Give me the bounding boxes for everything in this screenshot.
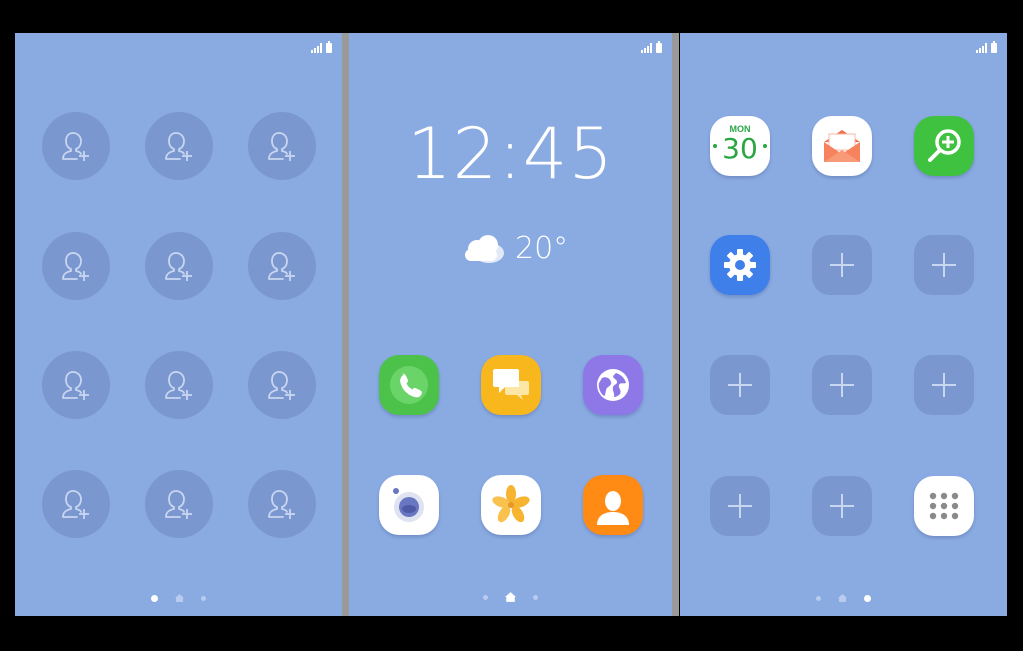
apps-screen: MON 30: [680, 33, 1007, 616]
magnifier-app[interactable]: [914, 116, 974, 176]
add-person-icon: [268, 252, 295, 281]
add-person-icon: [62, 371, 89, 400]
status-bar: [976, 41, 997, 53]
add-person-icon: [165, 490, 192, 519]
add-app-slot[interactable]: [914, 235, 974, 295]
flower-icon: [492, 485, 530, 523]
battery-icon: [326, 41, 332, 53]
home-indicator-icon[interactable]: [505, 592, 516, 602]
app-grid-icon: [929, 492, 959, 520]
add-contact-slot[interactable]: [145, 232, 213, 300]
add-contact-slot[interactable]: [248, 351, 316, 419]
status-bar: [641, 41, 662, 53]
calendar-app[interactable]: MON 30: [710, 116, 770, 176]
add-contact-slot[interactable]: [248, 112, 316, 180]
page-indicator: [349, 592, 672, 602]
person-icon: [597, 491, 629, 525]
phone-icon: [390, 366, 428, 404]
add-contact-slot[interactable]: [145, 351, 213, 419]
add-person-icon: [268, 132, 295, 161]
screen-divider: [342, 33, 349, 616]
add-app-slot[interactable]: [812, 355, 872, 415]
status-bar: [311, 41, 332, 53]
add-person-icon: [62, 490, 89, 519]
add-app-slot[interactable]: [812, 476, 872, 536]
weather-widget[interactable]: 20°: [461, 231, 568, 266]
signal-icon: [641, 43, 652, 53]
plus-icon: [932, 373, 956, 397]
calendar-date-label: 30: [722, 132, 758, 165]
signal-icon: [976, 43, 987, 53]
gallery-app[interactable]: [481, 475, 541, 535]
add-contact-slot[interactable]: [145, 470, 213, 538]
add-person-icon: [268, 371, 295, 400]
plus-icon: [830, 373, 854, 397]
page-dot[interactable]: [201, 595, 206, 601]
screen-divider: [672, 33, 679, 616]
add-app-slot[interactable]: [710, 355, 770, 415]
add-contact-slot[interactable]: [42, 470, 110, 538]
settings-app[interactable]: [710, 235, 770, 295]
plus-icon: [728, 494, 752, 518]
page-dot[interactable]: [864, 594, 871, 602]
plus-icon: [728, 373, 752, 397]
battery-icon: [656, 41, 662, 53]
apps-drawer[interactable]: [914, 476, 974, 536]
chat-bubbles-icon: [493, 369, 529, 400]
phone-app[interactable]: [379, 355, 439, 415]
camera-app[interactable]: [379, 475, 439, 535]
clock-widget[interactable]: 12:45: [349, 113, 672, 195]
contacts-app[interactable]: [583, 475, 643, 535]
add-person-icon: [165, 371, 192, 400]
add-contact-slot[interactable]: [42, 351, 110, 419]
camera-icon: [393, 488, 424, 522]
email-app[interactable]: [812, 116, 872, 176]
favourite-contacts-screen: [15, 33, 342, 616]
page-dot[interactable]: [151, 594, 158, 602]
temperature-label: 20°: [515, 231, 569, 266]
calendar-icon: MON 30: [710, 116, 770, 176]
page-dot[interactable]: [816, 595, 821, 601]
globe-icon: [597, 369, 629, 401]
gear-icon: [724, 249, 756, 281]
page-indicator: [680, 594, 1007, 602]
plus-icon: [932, 253, 956, 277]
add-app-slot[interactable]: [710, 476, 770, 536]
home-indicator-icon[interactable]: [175, 594, 184, 602]
envelope-icon: [824, 130, 860, 162]
add-person-icon: [268, 490, 295, 519]
add-contact-slot[interactable]: [42, 232, 110, 300]
messages-app[interactable]: [481, 355, 541, 415]
plus-icon: [830, 494, 854, 518]
signal-icon: [311, 43, 322, 53]
add-person-icon: [165, 252, 192, 281]
page-indicator: [15, 594, 342, 602]
add-app-slot[interactable]: [914, 355, 974, 415]
zoom-in-icon: [928, 129, 961, 162]
add-contact-slot[interactable]: [42, 112, 110, 180]
add-person-icon: [165, 132, 192, 161]
battery-icon: [991, 41, 997, 53]
plus-icon: [830, 253, 854, 277]
internet-app[interactable]: [583, 355, 643, 415]
add-person-icon: [62, 132, 89, 161]
page-dot[interactable]: [533, 594, 538, 600]
home-indicator-icon[interactable]: [838, 594, 847, 602]
add-contact-slot[interactable]: [248, 470, 316, 538]
add-contact-slot[interactable]: [248, 232, 316, 300]
home-screen: 12:45 20°: [349, 33, 672, 616]
add-app-slot[interactable]: [812, 235, 872, 295]
add-person-icon: [62, 252, 89, 281]
add-contact-slot[interactable]: [145, 112, 213, 180]
page-dot[interactable]: [483, 594, 488, 600]
cloud-icon: [465, 234, 504, 263]
